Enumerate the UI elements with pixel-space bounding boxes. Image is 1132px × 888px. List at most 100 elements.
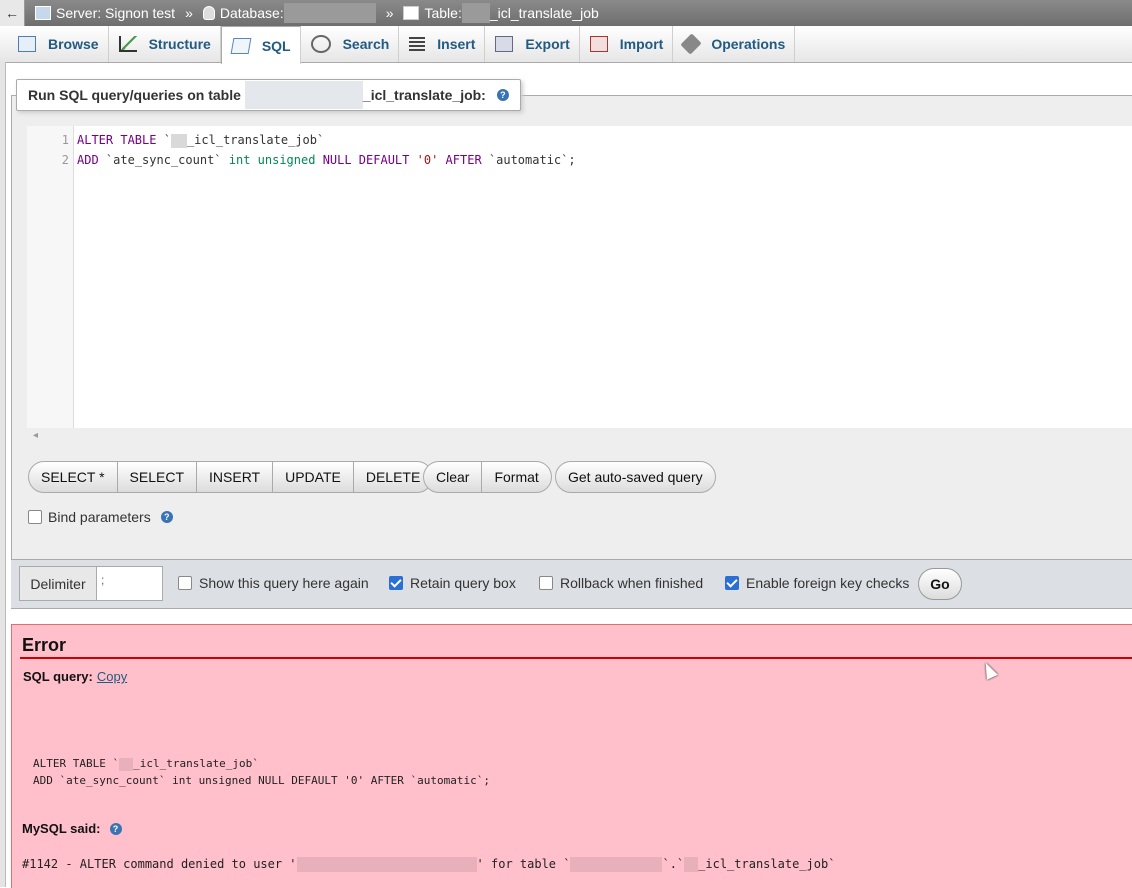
retain-query-box-label[interactable]: Retain query box [410,575,516,591]
breadcrumb-server[interactable]: Server: Signon test [35,5,175,21]
foreign-key-checks-option[interactable]: Enable foreign key checks [725,575,909,591]
scroll-left-icon[interactable]: ◂ [33,430,38,441]
retain-query-box-checkbox[interactable] [389,576,403,590]
breadcrumb-separator: » [385,5,394,21]
breadcrumb-table[interactable]: Table: _icl_translate_job [403,3,599,23]
tab-operations-label: Operations [711,36,786,52]
breadcrumb-database[interactable]: Database: [202,3,376,23]
breadcrumb: ← Server: Signon test » Database: » Tabl… [0,0,1132,26]
tab-export-label: Export [525,36,570,52]
help-icon[interactable]: ? [160,511,173,523]
tab-bar: Browse Structure SQL Search Insert Expor… [0,26,1132,64]
error-query-text: ALTER TABLE ` [33,757,120,770]
tab-structure[interactable]: Structure [109,26,221,62]
mysql-said-label: MySQL said: [22,821,101,836]
foreign-key-checks-label[interactable]: Enable foreign key checks [746,575,909,591]
sql-editor[interactable]: 1 2 ALTER TABLE ` _icl_translate_job` ADD… [27,126,1132,428]
redacted-database-name [283,3,376,23]
bind-parameters-checkbox[interactable] [28,510,42,524]
line-number: 1 [61,133,69,147]
line-number: 2 [61,153,69,167]
code-keyword: NULL DEFAULT [322,153,410,167]
rollback-label[interactable]: Rollback when finished [560,575,703,591]
select-button[interactable]: SELECT [118,462,198,492]
code-keyword: AFTER [445,153,482,167]
redacted-table-name [244,81,363,109]
browse-icon [18,36,36,52]
format-button[interactable]: Format [482,462,550,492]
tab-browse[interactable]: Browse [0,26,109,62]
bind-parameters-row: Bind parameters ? [28,509,173,525]
delimiter-label: Delimiter [20,567,97,600]
tab-sql[interactable]: SQL [220,26,301,64]
delete-button[interactable]: DELETE [354,462,432,492]
retain-query-box-option[interactable]: Retain query box [389,575,516,591]
editor-horizontal-scrollbar[interactable]: ◂ [27,428,1132,446]
breadcrumb-table-name[interactable]: _icl_translate_job [490,5,599,21]
import-icon [589,36,608,52]
line-number-gutter: 1 2 [27,126,74,428]
search-icon [310,35,331,53]
legend-suffix: _icl_translate_job: [362,87,486,103]
code-type: int unsigned [228,153,316,167]
code-identifier: `automatic` [488,153,569,167]
mysql-said-row: MySQL said: ? [22,821,122,836]
breadcrumb-separator: » [185,5,193,21]
sql-query-row: SQL query: Copy [23,669,127,684]
structure-icon [118,36,137,52]
rollback-option[interactable]: Rollback when finished [539,575,703,591]
tab-insert[interactable]: Insert [399,26,486,62]
error-message-text: `.` [662,857,685,871]
code-identifier: `ate_sync_count` [105,153,222,167]
show-query-label[interactable]: Show this query here again [199,575,369,591]
database-icon [202,6,215,20]
clear-button[interactable]: Clear [424,462,483,492]
code-keyword: ALTER TABLE [77,133,157,147]
breadcrumb-database-label[interactable]: Database: [220,5,284,21]
error-query-line-2: ADD `ate_sync_count` int unsigned NULL D… [33,774,490,787]
tab-search-label: Search [342,36,390,52]
code-identifier: ` [163,133,171,147]
redacted-database [570,857,663,872]
get-auto-saved-query-button[interactable]: Get auto-saved query [556,462,715,492]
redacted-table-prefix [461,3,490,23]
rollback-checkbox[interactable] [539,576,553,590]
tab-operations[interactable]: Operations [673,26,796,62]
error-message-text: ' for table ` [476,857,571,871]
foreign-key-checks-checkbox[interactable] [725,576,739,590]
copy-link[interactable]: Copy [97,669,127,684]
autosave-button-group: Get auto-saved query [555,461,716,493]
arrow-left-icon: ← [5,5,19,21]
legend-prefix: Run SQL query/queries on table [28,87,241,103]
show-query-checkbox[interactable] [178,576,192,590]
redacted-prefix [119,757,134,771]
redacted-prefix [170,133,187,148]
breadcrumb-table-label[interactable]: Table: [424,5,461,21]
tab-sql-label: SQL [261,37,291,54]
go-button[interactable]: Go [918,568,962,600]
sql-icon [230,37,252,54]
error-title: Error [22,635,67,655]
collapse-nav-button[interactable]: ← [0,0,25,26]
delimiter-input[interactable]: ; [97,567,162,600]
insert-button[interactable]: INSERT [197,462,274,492]
error-box [11,624,1132,888]
tab-export[interactable]: Export [485,26,580,62]
breadcrumb-server-label[interactable]: Server: Signon test [56,5,175,21]
update-button[interactable]: UPDATE [273,462,354,492]
tab-search[interactable]: Search [301,26,400,62]
left-scroll-edge[interactable] [0,62,6,887]
help-icon[interactable]: ? [109,822,122,835]
redacted-prefix [684,857,699,872]
query-panel-legend: Run SQL query/queries on table _icl_tran… [16,79,521,111]
show-query-option[interactable]: Show this query here again [178,575,369,591]
query-template-buttons: SELECT * SELECT INSERT UPDATE DELETE [28,461,434,493]
bind-parameters-label[interactable]: Bind parameters [48,509,151,525]
tab-import[interactable]: Import [580,26,674,62]
help-icon[interactable]: ? [496,89,509,101]
table-icon [403,6,420,20]
error-message: #1142 - ALTER command denied to user ' ' … [22,857,835,872]
select-star-button[interactable]: SELECT * [29,462,118,492]
error-message-text: #1142 - ALTER command denied to user ' [22,857,297,871]
redacted-user [296,857,477,872]
